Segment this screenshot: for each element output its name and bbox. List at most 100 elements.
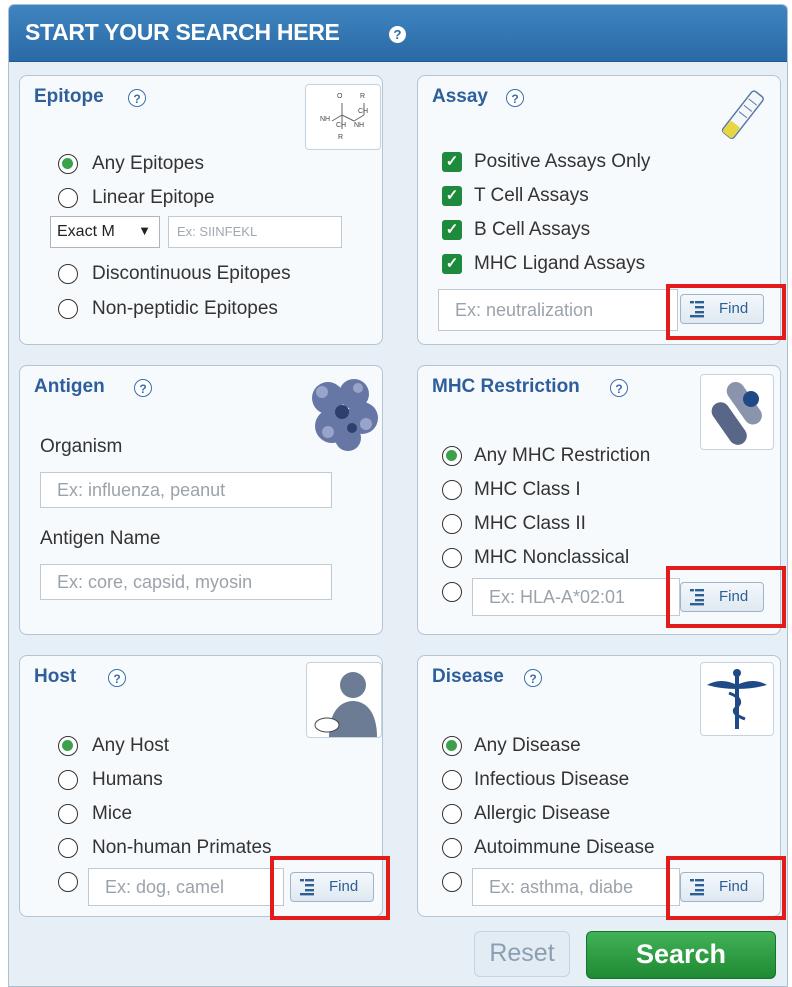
organism-placeholder: Ex: influenza, peanut [57, 480, 226, 500]
disease-radio-any[interactable] [442, 736, 462, 756]
mhc-find-highlight [666, 566, 786, 628]
antigen-name-label: Antigen Name [40, 528, 161, 549]
match-type-value: Exact M [57, 223, 115, 240]
dropdown-arrow-icon: ▼ [138, 223, 151, 238]
disease-option-autoimmune: Autoimmune Disease [474, 837, 655, 858]
svg-text:R: R [360, 93, 365, 100]
disease-title: Disease [432, 666, 504, 687]
host-search-input[interactable]: Ex: dog, camel [88, 868, 284, 906]
host-option-mice: Mice [92, 803, 133, 824]
disease-search-input[interactable]: Ex: asthma, diabe [472, 868, 680, 906]
organism-label: Organism [40, 436, 123, 457]
antigen-title: Antigen [34, 376, 105, 397]
svg-text:NH: NH [354, 122, 364, 129]
disease-help-icon[interactable]: ? [524, 669, 542, 687]
epitope-panel: Epitope ? O R CH NH CH NH R Any Epitopes Lin… [19, 75, 383, 345]
antigen-name-placeholder: Ex: core, capsid, myosin [57, 572, 253, 592]
search-title: START YOUR SEARCH HERE [25, 19, 340, 45]
reset-button[interactable]: Reset [474, 931, 570, 977]
mhc-option-class2: MHC Class II [474, 513, 586, 534]
assay-check-tcell: T Cell Assays [474, 185, 589, 206]
mhc-search-input[interactable]: Ex: HLA-A*02:01 [472, 578, 680, 616]
host-radio-custom[interactable] [58, 872, 78, 892]
assay-search-placeholder: Ex: neutralization [455, 300, 594, 320]
host-search-placeholder: Ex: dog, camel [105, 877, 225, 897]
svg-text:CH: CH [358, 108, 368, 115]
svg-text:O: O [337, 93, 343, 100]
disease-radio-autoimmune[interactable] [442, 838, 462, 858]
epitope-option-any: Any Epitopes [92, 153, 204, 174]
caduceus-icon [700, 662, 774, 736]
mhc-help-icon[interactable]: ? [610, 379, 628, 397]
svg-text:CH: CH [336, 122, 346, 129]
match-type-select[interactable]: Exact M ▼ [50, 216, 160, 248]
disease-option-any: Any Disease [474, 735, 581, 756]
mhc-option-nonclassical: MHC Nonclassical [474, 547, 630, 568]
svg-text:NH: NH [320, 116, 330, 123]
host-radio-primates[interactable] [58, 838, 78, 858]
assay-find-highlight [666, 284, 786, 340]
epitope-title: Epitope [34, 86, 104, 107]
host-option-any: Any Host [92, 735, 170, 756]
t-cell-assays-checkbox[interactable]: ✓ [442, 186, 462, 206]
disease-radio-custom[interactable] [442, 872, 462, 892]
mhc-option-class1: MHC Class I [474, 479, 581, 500]
assay-check-positive: Positive Assays Only [474, 151, 651, 172]
epitope-option-nonpeptidic: Non-peptidic Epitopes [92, 298, 278, 319]
epitope-sequence-input[interactable]: Ex: SIINFEKL [168, 216, 342, 248]
disease-find-highlight [666, 856, 786, 920]
search-panel: START YOUR SEARCH HERE ? Epitope ? O R CH… [8, 4, 788, 987]
epitope-help-icon[interactable]: ? [128, 89, 146, 107]
antigen-panel: Antigen ? Organism Ex: influenza, peanut… [19, 365, 383, 635]
epitope-radio-nonpeptidic[interactable] [58, 299, 78, 319]
disease-panel: Disease ? Any Disease Infectious Disease… [417, 655, 786, 920]
mhc-panel: MHC Restriction ? Any MHC Restriction MH… [417, 365, 786, 635]
host-person-icon [306, 662, 382, 738]
organism-input[interactable]: Ex: influenza, peanut [40, 472, 332, 508]
host-help-icon[interactable]: ? [108, 669, 126, 687]
mhc-radio-nonclassical[interactable] [442, 548, 462, 568]
host-option-primates: Non-human Primates [92, 837, 272, 858]
disease-radio-infectious[interactable] [442, 770, 462, 790]
assay-check-mhc-ligand: MHC Ligand Assays [474, 253, 646, 274]
disease-option-infectious: Infectious Disease [474, 769, 630, 790]
epitope-option-linear: Linear Epitope [92, 187, 215, 208]
chemical-structure-icon: O R CH NH CH NH R [305, 84, 381, 150]
mhc-option-any: Any MHC Restriction [474, 445, 651, 466]
host-title: Host [34, 666, 77, 687]
host-radio-mice[interactable] [58, 804, 78, 824]
positive-assays-checkbox[interactable]: ✓ [442, 152, 462, 172]
epitope-radio-discontinuous[interactable] [58, 264, 78, 284]
mhc-molecule-icon [700, 374, 774, 450]
assay-title: Assay [432, 86, 488, 107]
epitope-sequence-placeholder: Ex: SIINFEKL [177, 224, 258, 239]
epitope-radio-linear[interactable] [58, 188, 78, 208]
header-help-icon[interactable]: ? [389, 26, 406, 43]
assay-help-icon[interactable]: ? [506, 89, 524, 107]
b-cell-assays-checkbox[interactable]: ✓ [442, 220, 462, 240]
svg-text:R: R [338, 134, 343, 141]
disease-search-placeholder: Ex: asthma, diabe [489, 877, 634, 897]
host-panel: Host ? Any Host Humans Mice Non-human Pr… [19, 655, 390, 920]
host-find-highlight [270, 856, 390, 920]
disease-radio-allergic[interactable] [442, 804, 462, 824]
mhc-radio-class2[interactable] [442, 514, 462, 534]
mhc-radio-custom[interactable] [442, 582, 462, 602]
assay-search-input[interactable]: Ex: neutralization [438, 289, 678, 331]
protein-structure-icon [302, 372, 384, 456]
host-radio-humans[interactable] [58, 770, 78, 790]
assay-check-bcell: B Cell Assays [474, 219, 591, 240]
search-header: START YOUR SEARCH HERE ? [9, 5, 787, 62]
mhc-radio-class1[interactable] [442, 480, 462, 500]
mhc-ligand-assays-checkbox[interactable]: ✓ [442, 254, 462, 274]
antigen-name-input[interactable]: Ex: core, capsid, myosin [40, 564, 332, 600]
antigen-help-icon[interactable]: ? [134, 379, 152, 397]
search-button[interactable]: Search [586, 931, 776, 979]
mhc-search-placeholder: Ex: HLA-A*02:01 [489, 587, 626, 607]
mhc-radio-any[interactable] [442, 446, 462, 466]
epitope-radio-any[interactable] [58, 154, 78, 174]
assay-panel: Assay ? ✓ Positive Assays Only ✓ T Cell … [417, 75, 786, 345]
host-radio-any[interactable] [58, 736, 78, 756]
host-option-humans: Humans [92, 769, 163, 790]
epitope-option-discontinuous: Discontinuous Epitopes [92, 263, 291, 284]
